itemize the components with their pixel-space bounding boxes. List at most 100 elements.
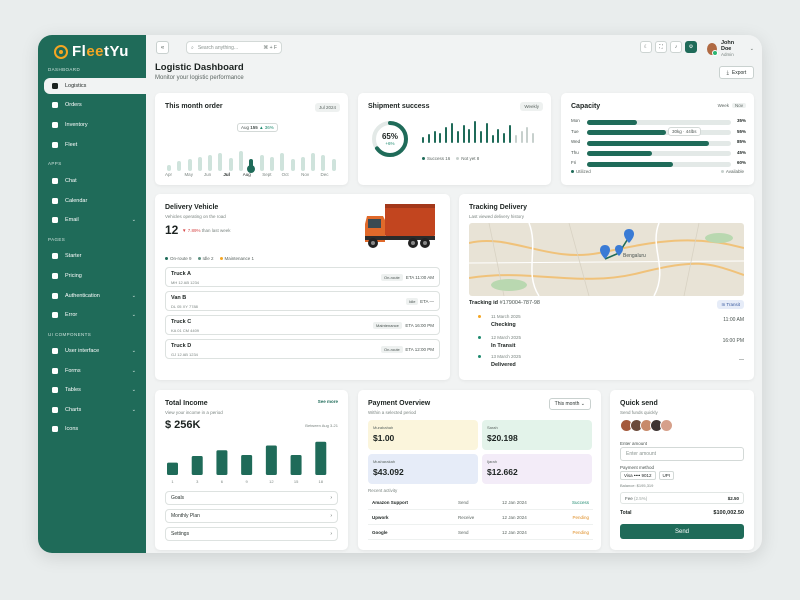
tracking-title: Tracking Delivery: [469, 204, 527, 211]
see-more-link[interactable]: See more: [318, 399, 338, 404]
shipment-period[interactable]: Weekly: [520, 102, 543, 111]
capacity-row: Tue 55%: [571, 129, 746, 137]
shipment-bar: [526, 127, 529, 143]
truck-illustration: [365, 204, 435, 248]
capacity-tooltip: 30kg · 44lbs: [668, 127, 701, 136]
sidebar-item-charts[interactable]: Charts ⌄: [44, 402, 146, 418]
recipient-avatars: [620, 419, 673, 432]
sidebar-item-chat[interactable]: Chat: [44, 173, 146, 189]
activity-row[interactable]: Upwork Receive 12 Jan 2024 Pending: [368, 511, 593, 525]
income-axis-label: 15: [294, 479, 299, 484]
step-dot: [478, 355, 481, 358]
shipment-bar: [422, 137, 424, 143]
section-label-dashboard: DASHBOARD: [48, 67, 81, 72]
shipment-bar: [509, 125, 511, 143]
export-button[interactable]: ⤓ Export: [719, 66, 754, 79]
capacity-track: [587, 161, 731, 167]
form-icon: [52, 368, 58, 374]
shipment-bar: [480, 131, 482, 143]
collapse-sidebar-button[interactable]: «: [156, 41, 169, 54]
sidebar-item-fleet[interactable]: Fleet: [44, 137, 146, 153]
status-badge: On-route: [381, 274, 403, 281]
search-icon: ⌕: [191, 44, 194, 51]
period-select[interactable]: This month ⌄: [548, 398, 591, 410]
capacity-day-label: Tue: [571, 128, 579, 134]
shipment-bar: [468, 129, 471, 143]
payment-box: Ijarah $12.662: [482, 454, 592, 484]
shipment-bar: [497, 129, 500, 143]
activity-row[interactable]: Google Send 12 Jan 2024 Pending: [368, 526, 593, 540]
sidebar-item-calendar[interactable]: Calendar: [44, 193, 146, 209]
fee-row: Fee (2.5%) $2.50: [620, 492, 744, 504]
balance-text: Balance: $195,319: [620, 483, 654, 488]
quick-send-card: Quick send Send funds quickly Enter amou…: [610, 390, 754, 550]
order-axis-label: Dec: [320, 172, 329, 177]
sidebar-item-logistics[interactable]: Logistics: [44, 78, 146, 94]
vehicle-row[interactable]: Truck D GJ 12 AB 1234 On-route ETA 12:00…: [165, 339, 440, 359]
tab-nov[interactable]: Nov: [731, 103, 746, 108]
vehicle-row[interactable]: Truck A MH 12 AB 1234 On-route ETA 11:00…: [165, 267, 440, 287]
capacity-value-label: 35%: [736, 118, 746, 123]
sidebar-item-orders[interactable]: Orders: [44, 97, 146, 113]
sidebar-item-user-interface[interactable]: User interface ⌄: [44, 343, 146, 359]
method-visa[interactable]: Visa •••• 9012: [620, 471, 656, 480]
avatar[interactable]: [660, 419, 673, 432]
activity-row[interactable]: Amazon Support Send 12 Jan 2024 Success: [368, 496, 593, 510]
capacity-day-label: Fri: [571, 160, 577, 165]
income-bar: [265, 445, 277, 475]
goals-link[interactable]: Goals ›: [165, 491, 338, 505]
fullscreen-icon[interactable]: ⛶: [655, 41, 667, 53]
order-axis-label: Aug: [242, 172, 251, 177]
vehicle-row[interactable]: Truck C KA 01 CM 4409 Maintenance ETA 16…: [165, 315, 440, 335]
capacity-value-label: 45%: [736, 149, 746, 155]
search-input[interactable]: ⌕ Search anything... ⌘ + F: [186, 41, 282, 54]
capacity-track: [587, 140, 731, 146]
month-order-period[interactable]: Jul 2024: [314, 103, 340, 112]
bookmark-icon: [52, 83, 58, 89]
sidebar-item-inventory[interactable]: Inventory: [44, 117, 146, 133]
shipment-bar: [520, 131, 523, 143]
tracking-step: 11 March 2025 Checking 11:00 AM: [469, 313, 744, 333]
brand-logo[interactable]: FleetYu: [54, 43, 129, 60]
monthly-plan-link[interactable]: Monthly Plan ›: [165, 509, 338, 523]
settings-link[interactable]: Settings ›: [165, 527, 338, 541]
order-axis-label: Oct: [281, 172, 289, 177]
tracking-id: Tracking id #179004-787-98: [469, 300, 540, 306]
sidebar-item-starter[interactable]: Starter: [44, 248, 146, 264]
gear-icon[interactable]: ⚙: [685, 41, 697, 53]
send-button[interactable]: Send: [620, 524, 744, 539]
moon-icon[interactable]: ☾: [640, 41, 652, 53]
tab-week[interactable]: Week: [718, 103, 729, 108]
quick-send-subtitle: Send funds quickly: [620, 410, 658, 415]
amount-input[interactable]: Enter amount: [620, 447, 744, 461]
vehicle-row[interactable]: Van B DL 05 XY 7788 Idle ETA —: [165, 291, 440, 311]
income-amount: $ 256K: [165, 419, 201, 431]
sidebar-item-pricing[interactable]: Pricing: [44, 268, 146, 284]
sidebar-item-email[interactable]: Email ⌄: [44, 212, 146, 228]
capacity-row: Mon 35%: [571, 118, 746, 126]
sidebar-item-icons[interactable]: Icons: [44, 421, 146, 437]
capacity-track: [587, 119, 731, 125]
user-menu[interactable]: John Doe Admin ⌄: [707, 40, 754, 57]
payment-box: Murabahah $1.00: [368, 420, 478, 450]
order-axis-label: Nov: [301, 172, 310, 177]
order-bar: [290, 159, 295, 171]
sidebar-item-error[interactable]: Error ⌄: [44, 307, 146, 323]
status-badge: On-route: [381, 346, 403, 353]
sidebar-item-tables[interactable]: Tables ⌄: [44, 382, 146, 398]
sidebar-item-authentication[interactable]: Authentication ⌄: [44, 288, 146, 304]
chevron-right-icon: ›: [330, 495, 332, 501]
shipment-bar: [532, 133, 535, 143]
sidebar-item-forms[interactable]: Forms ⌄: [44, 363, 146, 379]
bell-icon[interactable]: ♪: [670, 41, 682, 53]
method-upi[interactable]: UPI: [658, 471, 675, 480]
shipment-bar: [514, 135, 517, 143]
month-order-title: This month order: [165, 103, 223, 110]
vehicle-change: ▼ 7.89% than last week: [182, 228, 231, 233]
tracking-map[interactable]: Bengaluru: [469, 223, 744, 296]
order-bar: [269, 157, 274, 171]
capacity-row: Thu 45%: [571, 150, 746, 158]
chevron-down-icon: ⌄: [131, 348, 136, 354]
income-bar: [216, 450, 228, 475]
chevron-right-icon: ›: [330, 531, 332, 537]
